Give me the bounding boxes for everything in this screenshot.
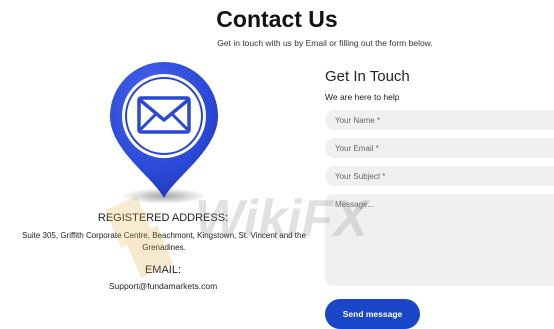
email-heading: EMAIL:: [144, 264, 182, 276]
page-title: Contact Us: [216, 6, 338, 32]
location-pin-mail-icon: [110, 62, 218, 204]
name-field[interactable]: [325, 110, 554, 130]
send-message-button[interactable]: Send message: [325, 299, 420, 329]
page-subtitle: Get in touch with us by Email or filling…: [217, 38, 433, 48]
email-address[interactable]: Support@fundamarkets.com: [80, 281, 246, 291]
message-field[interactable]: [325, 194, 554, 286]
form-title: Get In Touch: [325, 68, 410, 85]
email-field[interactable]: [325, 138, 554, 158]
subject-field[interactable]: [325, 166, 554, 186]
address-heading: REGISTERED ADDRESS:: [97, 212, 229, 224]
address-text: Suite 305, Griffith Corporate Centre, Be…: [22, 231, 306, 252]
form-subtitle: We are here to help: [325, 92, 400, 102]
